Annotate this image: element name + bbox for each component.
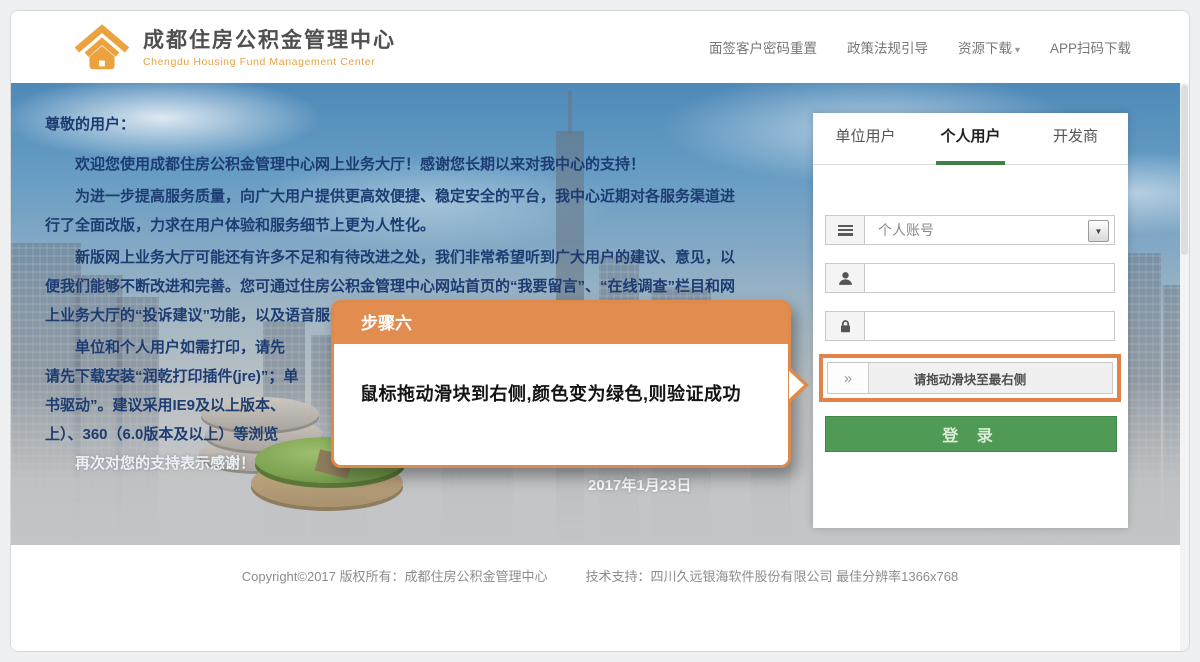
lock-icon — [838, 319, 853, 334]
step-tooltip-title: 步骤六 — [334, 303, 788, 344]
logo[interactable]: 成都住房公积金管理中心 Chengdu Housing Fund Managem… — [73, 23, 396, 71]
banner: 尊敬的用户： 欢迎您使用成都住房公积金管理中心网上业务大厅！感谢您长期以来对我中… — [11, 83, 1189, 545]
tab-personal-user[interactable]: 个人用户 — [918, 113, 1023, 164]
account-type-select[interactable]: 个人账号 ▼ — [825, 215, 1115, 245]
login-button[interactable]: 登 录 — [825, 416, 1117, 452]
page-frame: 成都住房公积金管理中心 Chengdu Housing Fund Managem… — [10, 10, 1190, 652]
scrollbar-thumb[interactable] — [1181, 85, 1188, 255]
caret-down-icon: ▼ — [1095, 227, 1103, 236]
account-type-dropdown-button[interactable]: ▼ — [1088, 220, 1109, 242]
menu-icon — [838, 225, 853, 236]
password-field[interactable] — [825, 311, 1115, 341]
site-subtitle: Chengdu Housing Fund Management Center — [143, 56, 396, 68]
user-icon — [838, 271, 853, 286]
top-nav: 面签客户密码重置 政策法规引导 资源下载▾ APP扫码下载 — [709, 11, 1131, 83]
step-tooltip-body: 鼠标拖动滑块到右侧,颜色变为绿色,则验证成功 — [334, 344, 788, 406]
tooltip-arrow-right-icon — [789, 366, 809, 404]
welcome-paragraph: 欢迎您使用成都住房公积金管理中心网上业务大厅！感谢您长期以来对我中心的支持！ — [45, 150, 735, 179]
slider-captcha-label: 请拖动滑块至最右侧 — [828, 363, 1112, 393]
scrollbar[interactable] — [1180, 83, 1189, 651]
salutation: 尊敬的用户： — [45, 113, 735, 134]
password-input[interactable] — [865, 312, 1114, 340]
nav-resource-download[interactable]: 资源下载▾ — [958, 37, 1020, 57]
login-panel: 单位用户 个人用户 开发商 个人账号 ▼ — [813, 113, 1128, 528]
step-tooltip: 步骤六 鼠标拖动滑块到右侧,颜色变为绿色,则验证成功 — [331, 300, 791, 468]
copyright-text: Copyright©2017 版权所有：成都住房公积金管理中心 — [242, 566, 548, 585]
header: 成都住房公积金管理中心 Chengdu Housing Fund Managem… — [11, 11, 1189, 83]
chevron-down-icon: ▾ — [1015, 45, 1020, 56]
site-title: 成都住房公积金管理中心 — [143, 27, 396, 54]
tab-developer[interactable]: 开发商 — [1023, 113, 1128, 164]
tab-unit-user[interactable]: 单位用户 — [813, 113, 918, 164]
footer: Copyright©2017 版权所有：成都住房公积金管理中心 技术支持：四川久… — [11, 545, 1189, 651]
house-logo-icon — [73, 23, 131, 71]
nav-app-download[interactable]: APP扫码下载 — [1050, 37, 1131, 57]
username-field[interactable] — [825, 263, 1115, 293]
slider-highlight-box: » 请拖动滑块至最右侧 — [819, 354, 1121, 402]
tech-support-text: 技术支持：四川久远银海软件股份有限公司 最佳分辨率1366x768 — [586, 566, 959, 585]
account-type-value[interactable]: 个人账号 — [865, 216, 1088, 244]
login-tabs: 单位用户 个人用户 开发商 — [813, 113, 1128, 165]
nav-policy-guide[interactable]: 政策法规引导 — [847, 37, 928, 57]
notice-date: 2017年1月23日 — [588, 474, 691, 495]
welcome-paragraph: 为进一步提高服务质量，向广大用户提供更高效便捷、稳定安全的平台，我中心近期对各服… — [45, 182, 735, 240]
slider-captcha-track[interactable]: » 请拖动滑块至最右侧 — [827, 362, 1113, 394]
double-chevron-right-icon: » — [844, 370, 852, 387]
nav-password-reset[interactable]: 面签客户密码重置 — [709, 37, 817, 57]
slider-captcha-handle[interactable]: » — [828, 363, 869, 393]
username-input[interactable] — [865, 264, 1114, 292]
